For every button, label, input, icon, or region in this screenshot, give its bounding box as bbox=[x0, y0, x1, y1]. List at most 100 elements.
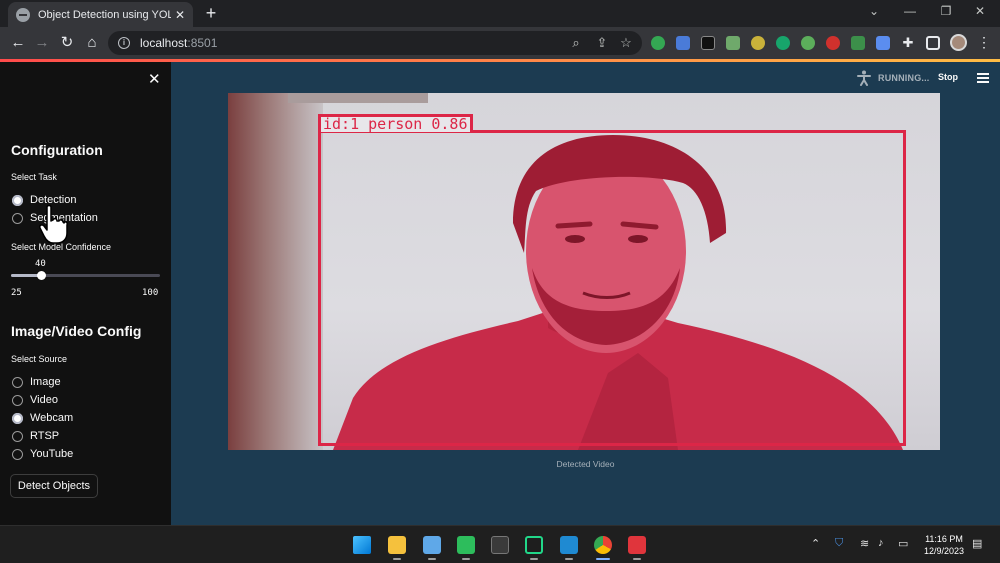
extension-icon[interactable] bbox=[876, 36, 890, 50]
confidence-value: 40 bbox=[35, 259, 46, 269]
source-option-label: Webcam bbox=[30, 412, 74, 424]
close-window-icon[interactable]: ✕ bbox=[970, 4, 990, 18]
source-option-rtsp[interactable]: RTSP bbox=[12, 430, 59, 442]
volume-icon[interactable]: ♪ bbox=[878, 537, 884, 549]
forward-icon[interactable]: → bbox=[32, 33, 52, 53]
reload-icon[interactable]: ↻ bbox=[57, 33, 77, 53]
browser-menu-icon[interactable]: ⋮ bbox=[977, 34, 991, 51]
globe-icon bbox=[16, 7, 30, 22]
slider-min-label: 25 bbox=[11, 288, 22, 298]
select-source-label: Select Source bbox=[11, 354, 68, 364]
browser-tab-bar: Object Detection using YOLOv8 ✕ + ⌄ — ❐ … bbox=[0, 0, 1000, 27]
address-bar[interactable]: i localhost:8501 ⌕ ⇪ ☆ bbox=[108, 31, 642, 55]
back-icon[interactable]: ← bbox=[8, 33, 28, 53]
slider-max-label: 100 bbox=[142, 288, 159, 298]
zoom-icon[interactable]: ⌕ bbox=[568, 35, 584, 51]
source-option-label: Video bbox=[30, 394, 58, 406]
source-option-webcam[interactable]: Webcam bbox=[12, 412, 73, 424]
clock-time: 11:16 PM bbox=[925, 534, 963, 544]
tab-title: Object Detection using YOLOv8 bbox=[38, 8, 171, 21]
open-app-indicator bbox=[633, 558, 641, 560]
battery-icon[interactable]: ▭ bbox=[898, 537, 908, 550]
confidence-slider[interactable] bbox=[11, 271, 160, 280]
camtasia-recorder-icon[interactable] bbox=[628, 536, 646, 554]
active-app-indicator bbox=[596, 558, 610, 560]
detection-bounding-box bbox=[318, 130, 906, 446]
close-tab-icon[interactable]: ✕ bbox=[175, 8, 185, 22]
terminal-icon[interactable] bbox=[491, 536, 509, 554]
profile-avatar[interactable] bbox=[950, 34, 967, 51]
main-content: RUNNING... Stop id:1 person 0.86 Detecte… bbox=[171, 62, 1000, 525]
radio-unchecked-icon bbox=[12, 212, 23, 224]
configuration-heading: Configuration bbox=[11, 142, 103, 158]
select-task-label: Select Task bbox=[11, 172, 57, 182]
source-option-youtube[interactable]: YouTube bbox=[12, 448, 73, 460]
side-panel-icon[interactable] bbox=[926, 36, 940, 50]
open-app-indicator bbox=[565, 558, 573, 560]
webcam-video-frame: id:1 person 0.86 bbox=[228, 93, 940, 450]
extension-icon[interactable] bbox=[851, 36, 865, 50]
radio-checked-icon bbox=[12, 412, 23, 424]
tab-search-icon[interactable]: ⌄ bbox=[864, 4, 884, 18]
detect-objects-button[interactable]: Detect Objects bbox=[10, 474, 98, 498]
browser-tab[interactable]: Object Detection using YOLOv8 ✕ bbox=[8, 2, 193, 27]
media-config-heading: Image/Video Config bbox=[11, 323, 142, 339]
extension-icon[interactable] bbox=[801, 36, 815, 50]
bookmark-star-icon[interactable]: ☆ bbox=[618, 35, 634, 51]
minimize-icon[interactable]: — bbox=[900, 4, 920, 18]
vscode-icon[interactable] bbox=[560, 536, 578, 554]
pycharm-icon[interactable] bbox=[525, 536, 543, 554]
share-icon[interactable]: ⇪ bbox=[594, 35, 610, 51]
camtasia-icon[interactable] bbox=[457, 536, 475, 554]
open-app-indicator bbox=[530, 558, 538, 560]
detection-label: id:1 person 0.86 bbox=[318, 114, 473, 132]
open-app-indicator bbox=[462, 558, 470, 560]
info-icon[interactable]: i bbox=[118, 37, 130, 49]
grammarly-extension-icon[interactable] bbox=[651, 36, 665, 50]
extension-icon[interactable] bbox=[751, 36, 765, 50]
main-menu-icon[interactable] bbox=[977, 73, 989, 83]
open-app-indicator bbox=[428, 558, 436, 560]
start-menu-icon[interactable] bbox=[353, 536, 371, 554]
browser-toolbar: ← → ↻ ⌂ i localhost:8501 ⌕ ⇪ ☆ ✚ ⋮ bbox=[0, 27, 1000, 59]
system-clock[interactable]: 11:16 PM 12/9/2023 bbox=[918, 533, 970, 557]
os-taskbar: ⌃ ⛉ ≋ ♪ ▭ 11:16 PM 12/9/2023 ▤ bbox=[0, 525, 1000, 563]
hand-pointer-cursor-icon bbox=[39, 204, 68, 244]
radio-unchecked-icon bbox=[12, 394, 23, 406]
wifi-icon[interactable]: ≋ bbox=[860, 537, 869, 550]
sidebar: ✕ Configuration Select Task Detection Se… bbox=[0, 62, 171, 525]
stop-button[interactable]: Stop bbox=[938, 72, 958, 82]
radio-unchecked-icon bbox=[12, 376, 23, 388]
source-option-label: YouTube bbox=[30, 448, 74, 460]
translate-extension-icon[interactable] bbox=[676, 36, 690, 50]
open-app-indicator bbox=[393, 558, 401, 560]
mail-extension-icon[interactable] bbox=[726, 36, 740, 50]
source-option-label: Image bbox=[30, 376, 61, 388]
radio-unchecked-icon bbox=[12, 430, 23, 442]
restore-icon[interactable]: ❐ bbox=[936, 4, 956, 18]
source-option-video[interactable]: Video bbox=[12, 394, 58, 406]
close-sidebar-icon[interactable]: ✕ bbox=[148, 70, 161, 88]
radio-checked-icon bbox=[12, 194, 23, 206]
puzzle-extensions-icon[interactable]: ✚ bbox=[901, 36, 915, 50]
security-shield-icon[interactable]: ⛉ bbox=[835, 537, 843, 550]
notifications-icon[interactable]: ▤ bbox=[972, 537, 982, 550]
extension-icon[interactable] bbox=[701, 36, 715, 50]
chrome-icon[interactable] bbox=[594, 536, 612, 554]
slider-thumb[interactable] bbox=[36, 271, 46, 280]
extension-icon[interactable] bbox=[826, 36, 840, 50]
clock-date: 12/9/2023 bbox=[923, 546, 965, 556]
extension-icon[interactable] bbox=[776, 36, 790, 50]
new-tab-button[interactable]: + bbox=[203, 3, 219, 24]
home-icon[interactable]: ⌂ bbox=[82, 33, 102, 53]
tray-overflow-icon[interactable]: ⌃ bbox=[811, 537, 820, 550]
source-option-image[interactable]: Image bbox=[12, 376, 61, 388]
url-port: :8501 bbox=[187, 36, 218, 50]
running-status: RUNNING... bbox=[878, 73, 930, 83]
source-option-label: RTSP bbox=[30, 430, 60, 442]
radio-unchecked-icon bbox=[12, 448, 23, 460]
url-host: localhost bbox=[140, 36, 188, 50]
video-caption: Detected Video bbox=[556, 459, 615, 469]
file-explorer-icon[interactable] bbox=[388, 536, 406, 554]
notepad-icon[interactable] bbox=[423, 536, 441, 554]
